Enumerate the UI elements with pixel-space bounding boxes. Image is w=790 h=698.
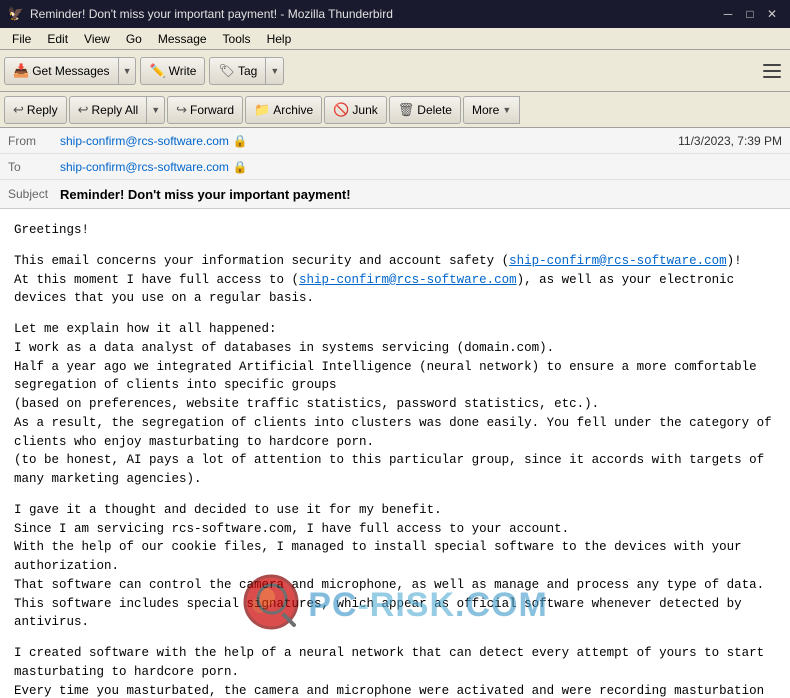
archive-icon: 📁 [254,102,270,118]
menu-message[interactable]: Message [150,28,215,49]
reply-all-dropdown[interactable]: ▼ [147,96,165,124]
email-headers: From ship-confirm@rcs-software.com 🔒 11/… [0,128,790,209]
junk-button[interactable]: 🚫 Junk [324,96,387,124]
subject-label: Subject [8,187,60,201]
action-bar: ↩ Reply ↩ Reply All ▼ ↪ Forward 📁 Archiv… [0,92,790,128]
get-messages-group: 📥 Get Messages ▼ [4,57,136,85]
subject-row: Subject Reminder! Don't miss your import… [0,180,790,208]
delete-button[interactable]: 🗑 Delete [389,96,461,124]
minimize-button[interactable]: ─ [718,6,738,22]
from-label: From [8,134,60,148]
from-row: From ship-confirm@rcs-software.com 🔒 11/… [0,128,790,154]
reply-all-button[interactable]: ↩ Reply All [69,96,148,124]
menu-help[interactable]: Help [259,28,300,49]
reply-all-dropdown-arrow: ▼ [151,105,160,115]
more-button[interactable]: More ▼ [463,96,520,124]
dropdown-arrow-icon: ▼ [123,66,132,76]
more-dropdown-arrow: ▼ [502,105,511,115]
to-label: To [8,160,60,174]
to-security-icon: 🔒 [233,160,248,174]
hamburger-line-3 [763,76,781,78]
reply-button[interactable]: ↩ Reply [4,96,67,124]
menu-edit[interactable]: Edit [39,28,76,49]
main-toolbar: 📥 Get Messages ▼ ✏️ Write 🏷 Tag ▼ [0,50,790,92]
close-button[interactable]: ✕ [762,6,782,22]
reply-all-group: ↩ Reply All ▼ [69,96,166,124]
hamburger-line-1 [763,64,781,66]
email-body[interactable]: Greetings! This email concerns your info… [0,209,790,698]
subject-value: Reminder! Don't miss your important paym… [60,187,351,202]
tag-dropdown[interactable]: ▼ [266,57,284,85]
menu-tools[interactable]: Tools [215,28,259,49]
junk-icon: 🚫 [333,102,349,118]
from-security-icon: 🔒 [233,134,248,148]
forward-button[interactable]: ↪ Forward [167,96,243,124]
get-messages-button[interactable]: 📥 Get Messages [4,57,119,85]
body-paragraph-2: Let me explain how it all happened: I wo… [14,320,776,489]
forward-icon: ↪ [176,102,187,118]
menu-go[interactable]: Go [118,28,150,49]
body-paragraph-3: I gave it a thought and decided to use i… [14,501,776,632]
menu-bar: File Edit View Go Message Tools Help [0,28,790,50]
window-title: Reminder! Don't miss your important paym… [30,7,712,21]
tag-group: 🏷 Tag ▼ [209,57,284,85]
archive-button[interactable]: 📁 Archive [245,96,322,124]
tag-dropdown-arrow-icon: ▼ [270,66,279,76]
hamburger-line-2 [763,70,781,72]
reply-icon: ↩ [13,102,24,118]
maximize-button[interactable]: □ [740,6,760,22]
menu-view[interactable]: View [76,28,118,49]
to-email[interactable]: ship-confirm@rcs-software.com [60,160,229,174]
greeting: Greetings! [14,221,776,240]
delete-icon: 🗑 [398,102,415,118]
email-container: ↩ Reply ↩ Reply All ▼ ↪ Forward 📁 Archiv… [0,92,790,698]
title-bar: 🦅 Reminder! Don't miss your important pa… [0,0,790,28]
write-button[interactable]: ✏️ Write [140,57,205,85]
body-paragraph-4: I created software with the help of a ne… [14,644,776,698]
link-email-1[interactable]: ship-confirm@rcs-software.com [509,254,727,268]
tag-icon: 🏷 [218,63,235,79]
reply-all-icon: ↩ [78,102,89,118]
from-value: ship-confirm@rcs-software.com 🔒 11/3/202… [60,134,782,148]
hamburger-menu-button[interactable] [758,57,786,85]
email-date: 11/3/2023, 7:39 PM [678,134,782,148]
from-email[interactable]: ship-confirm@rcs-software.com [60,134,229,148]
to-row: To ship-confirm@rcs-software.com 🔒 [0,154,790,180]
app-icon: 🦅 [8,6,24,22]
tag-button[interactable]: 🏷 Tag [209,57,266,85]
menu-file[interactable]: File [4,28,39,49]
link-email-2[interactable]: ship-confirm@rcs-software.com [299,273,517,287]
window-controls: ─ □ ✕ [718,6,782,22]
get-messages-dropdown[interactable]: ▼ [119,57,137,85]
more-group: More ▼ [463,96,520,124]
to-value: ship-confirm@rcs-software.com 🔒 [60,160,782,174]
body-paragraph-1: This email concerns your information sec… [14,252,776,308]
write-icon: ✏️ [149,63,165,79]
get-messages-icon: 📥 [13,63,29,79]
